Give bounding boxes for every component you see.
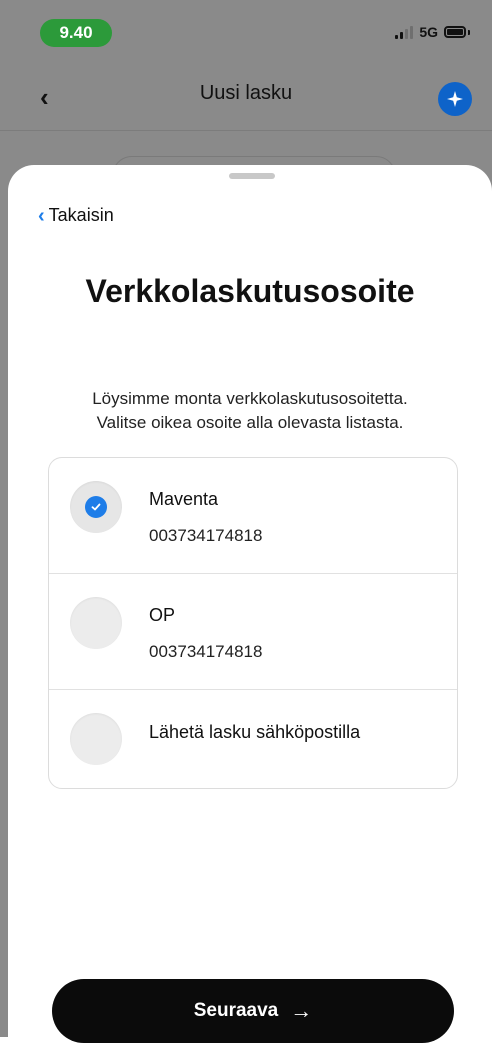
sheet-grabber[interactable]: [229, 173, 275, 179]
option-address: 003734174818: [149, 526, 263, 545]
option-name: Lähetä lasku sähköpostilla: [149, 722, 361, 742]
instructions: Löysimme monta verkkolaskutusosoitetta. …: [8, 387, 492, 435]
option-op[interactable]: OP 003734174818: [49, 574, 457, 690]
chevron-left-icon: ‹: [38, 204, 45, 227]
sparkle-icon[interactable]: [438, 82, 472, 116]
radio-button[interactable]: [70, 713, 122, 765]
option-name: OP: [149, 605, 176, 625]
option-email[interactable]: Lähetä lasku sähköpostilla: [49, 690, 457, 788]
radio-button[interactable]: [70, 597, 122, 649]
next-button-label: Seuraava: [193, 1000, 279, 1021]
signal-icon: [395, 25, 414, 39]
instructions-line-2: Valitse oikea osoite alla olevasta lista…: [96, 413, 404, 432]
status-time: 9.40: [40, 19, 112, 47]
back-label: Takaisin: [48, 205, 114, 225]
option-address: 003734174818: [149, 642, 263, 661]
address-options-list: Maventa 003734174818 OP 003734174818 Läh…: [48, 457, 458, 789]
instructions-line-1: Löysimme monta verkkolaskutusosoitetta.: [92, 389, 408, 408]
option-maventa[interactable]: Maventa 003734174818: [49, 458, 457, 574]
option-name: Maventa: [149, 489, 219, 509]
battery-icon: [444, 26, 466, 38]
next-button[interactable]: Seuraava →: [52, 979, 454, 1043]
check-icon: [85, 496, 107, 518]
battery-tip: [468, 29, 470, 35]
back-link[interactable]: ‹ Takaisin: [38, 205, 114, 226]
bottom-sheet: ‹ Takaisin Verkkolaskutusosoite Löysimme…: [8, 165, 492, 1043]
arrow-right-icon: →: [290, 998, 313, 1023]
network-label: 5G: [419, 24, 438, 40]
background-title: Uusi lasku: [199, 82, 293, 104]
radio-button-selected[interactable]: [70, 481, 122, 533]
status-indicators: 5G: [395, 24, 470, 40]
status-bar: 9.40 5G: [0, 0, 492, 60]
background-header: ‹ Uusi lasku: [0, 60, 492, 131]
page-title: Verkkolaskutusosoite: [85, 273, 415, 309]
